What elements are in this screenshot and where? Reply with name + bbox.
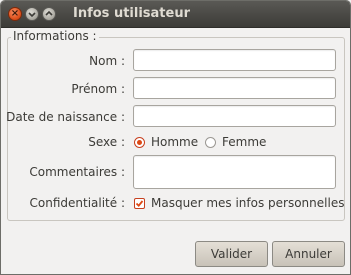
nom-label: Nom : xyxy=(89,54,125,68)
maximize-icon[interactable] xyxy=(42,7,56,21)
commentaires-label: Commentaires : xyxy=(29,165,125,179)
checkmark-icon xyxy=(135,200,144,208)
prenom-input[interactable] xyxy=(133,77,336,99)
window-title: Infos utilisateur xyxy=(73,6,190,21)
masquer-checkbox[interactable] xyxy=(134,198,145,209)
date-naissance-input[interactable] xyxy=(133,105,336,127)
date-naissance-label: Date de naissance : xyxy=(6,110,125,124)
radio-homme[interactable] xyxy=(134,137,145,148)
confidentialite-label: Confidentialité : xyxy=(29,196,126,210)
nom-input[interactable] xyxy=(133,49,336,71)
radio-homme-label[interactable]: Homme xyxy=(151,135,198,149)
sexe-label: Sexe : xyxy=(88,135,125,149)
masquer-checkbox-label[interactable]: Masquer mes infos personnelles xyxy=(151,196,344,210)
radio-femme-label[interactable]: Femme xyxy=(222,135,266,149)
title-bar[interactable]: × Infos utilisateur xyxy=(1,1,350,28)
valider-button[interactable]: Valider xyxy=(195,241,268,267)
frame-label: Informations : xyxy=(11,29,99,43)
annuler-button[interactable]: Annuler xyxy=(272,241,345,267)
minimize-icon[interactable] xyxy=(25,7,39,21)
prenom-label: Prénom : xyxy=(71,82,125,96)
dialog-window: × Infos utilisateur Informations : Nom :… xyxy=(0,0,351,275)
close-icon[interactable]: × xyxy=(8,7,22,21)
radio-femme[interactable] xyxy=(205,137,216,148)
commentaires-textarea[interactable] xyxy=(133,155,336,189)
